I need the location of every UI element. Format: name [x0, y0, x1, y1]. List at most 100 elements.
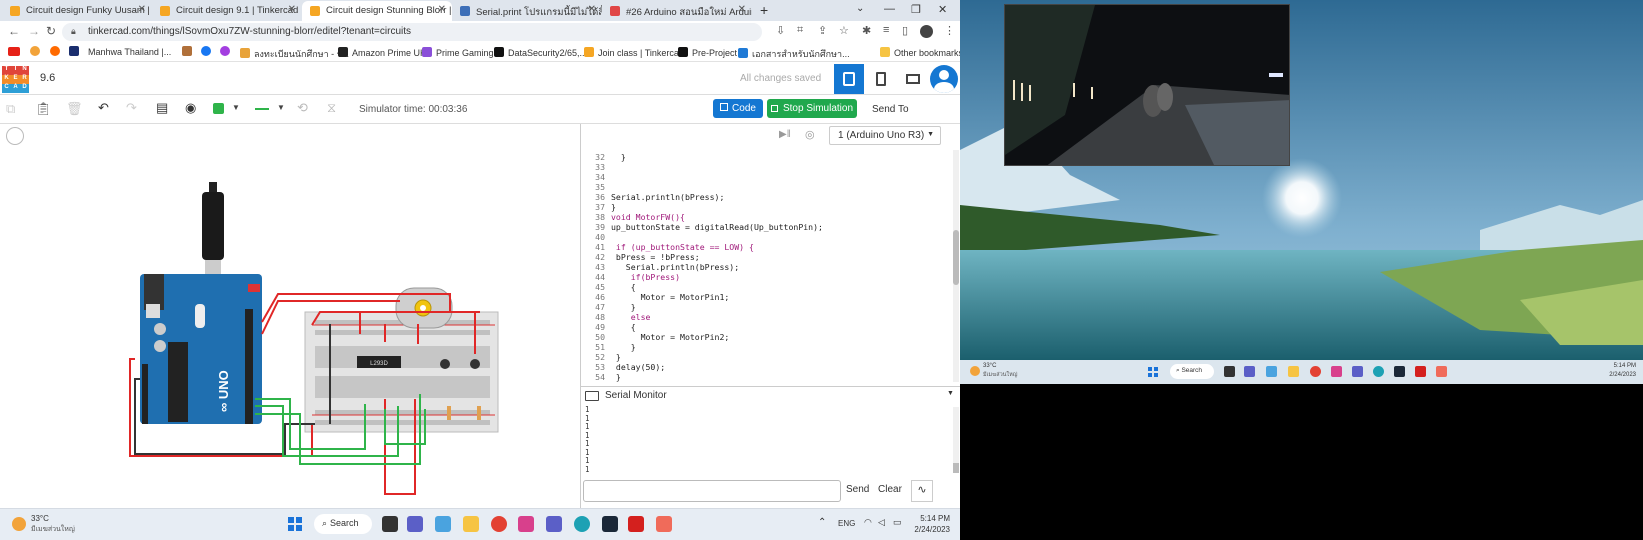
- wire-type-icon[interactable]: [255, 108, 269, 110]
- notes-visibility-icon[interactable]: ◉: [185, 100, 196, 116]
- browser-tab[interactable]: Circuit design 9.1 | Tinkercad ✕: [152, 1, 302, 21]
- teams-chat-icon[interactable]: [407, 516, 423, 532]
- acrobat-icon[interactable]: [1415, 366, 1426, 377]
- reload-icon[interactable]: ↻: [46, 24, 56, 38]
- extensions-icon[interactable]: ✱: [862, 24, 871, 37]
- code-line[interactable]: 48 else: [583, 312, 945, 322]
- minimize-icon[interactable]: —: [884, 3, 895, 15]
- bookmark-icon[interactable]: [30, 46, 40, 56]
- browser-tab[interactable]: #26 Arduino สอนมือใหม่ Arduino ✕: [602, 1, 752, 21]
- clock-time[interactable]: 5:14 PM: [920, 514, 950, 523]
- taskbar-search[interactable]: ⌕ Search: [1170, 364, 1214, 379]
- code-line[interactable]: 52 }: [583, 352, 945, 362]
- code-line[interactable]: 37}: [583, 202, 945, 212]
- undo-icon[interactable]: ↶: [98, 100, 109, 116]
- serial-scrollbar[interactable]: [953, 407, 959, 473]
- delete-icon[interactable]: 🗑︎: [66, 101, 83, 117]
- new-tab-button[interactable]: +: [760, 2, 768, 18]
- debug-icon[interactable]: ◎: [805, 128, 815, 141]
- bookmark-item[interactable]: ลงทะเบียนนักศึกษา - ร...: [240, 47, 349, 61]
- media-icon[interactable]: ≡: [883, 24, 889, 36]
- teams-icon[interactable]: [1352, 366, 1363, 377]
- code-line[interactable]: 40: [583, 232, 945, 242]
- share-icon[interactable]: ⇪: [818, 24, 827, 37]
- edge-icon[interactable]: [1373, 366, 1384, 377]
- messenger-icon[interactable]: [220, 46, 230, 56]
- restore-icon[interactable]: ❐: [911, 3, 921, 16]
- file-explorer-icon[interactable]: [1288, 366, 1299, 377]
- code-line[interactable]: 36 Serial.println(bPress);: [583, 192, 945, 202]
- weather-icon[interactable]: [970, 366, 980, 376]
- code-line[interactable]: 50 Motor = MotorPin2;: [583, 332, 945, 342]
- code-line[interactable]: 43 Serial.println(bPress);: [583, 262, 945, 272]
- code-line[interactable]: 47 }: [583, 302, 945, 312]
- notes-icon[interactable]: ▤: [156, 100, 168, 116]
- task-view-icon[interactable]: [1224, 366, 1235, 377]
- onedrive-icon[interactable]: [435, 516, 451, 532]
- code-scrollbar[interactable]: [953, 150, 959, 382]
- bookmark-item[interactable]: Pre-Project: [678, 47, 737, 58]
- install-app-icon[interactable]: ⇩: [776, 24, 785, 37]
- close-window-icon[interactable]: ✕: [938, 3, 947, 16]
- facebook-icon[interactable]: [201, 46, 211, 56]
- rotate-icon[interactable]: ⟲: [297, 100, 308, 116]
- address-bar[interactable]: 🔒︎ tinkercad.com/things/lSovmOxu7ZW-stun…: [62, 23, 762, 41]
- component-list-button[interactable]: [898, 64, 928, 94]
- code-line[interactable]: 44 if(bPress): [583, 272, 945, 282]
- back-icon[interactable]: ←: [8, 24, 20, 38]
- code-line[interactable]: 34: [583, 172, 945, 182]
- redo-icon[interactable]: ↷: [126, 100, 137, 116]
- steam-icon[interactable]: [602, 516, 618, 532]
- bookmark-item[interactable]: Amazon Prime UK: [338, 47, 426, 58]
- graph-toggle-icon[interactable]: ∿: [911, 480, 933, 502]
- translate-icon[interactable]: ⌗: [797, 24, 803, 37]
- photos-icon[interactable]: [518, 516, 534, 532]
- steam-icon[interactable]: [1394, 366, 1405, 377]
- photos-icon[interactable]: [1331, 366, 1342, 377]
- close-tab-icon[interactable]: ✕: [138, 4, 146, 15]
- close-tab-icon[interactable]: ✕: [588, 4, 596, 15]
- bookmark-icon[interactable]: [69, 46, 79, 56]
- weather-icon[interactable]: [12, 517, 26, 531]
- code-line[interactable]: 35: [583, 182, 945, 192]
- taskbar-search[interactable]: ⌕ Search: [314, 514, 372, 534]
- start-button[interactable]: [1148, 367, 1158, 377]
- chevron-down-icon[interactable]: ▼: [232, 103, 240, 112]
- code-line[interactable]: 41 if (up_buttonState == LOW) {: [583, 242, 945, 252]
- schematic-view-button[interactable]: [866, 64, 896, 94]
- clock-time[interactable]: 5:14 PM: [1600, 363, 1636, 369]
- bookmark-item[interactable]: เอกสารสำหรับนักศึกษา...: [738, 47, 850, 61]
- paste-icon[interactable]: 📋︎: [35, 101, 52, 117]
- bookmark-item[interactable]: DataSecurity2/65,...: [494, 47, 587, 58]
- code-line[interactable]: 46 Motor = MotorPin1;: [583, 292, 945, 302]
- volume-icon[interactable]: ◁: [878, 517, 885, 528]
- battery-icon[interactable]: ▭: [893, 517, 902, 528]
- task-view-icon[interactable]: [382, 516, 398, 532]
- snipping-tool-icon[interactable]: [1436, 366, 1447, 377]
- chrome-icon[interactable]: [491, 516, 507, 532]
- side-panel-icon[interactable]: ▯: [902, 24, 908, 37]
- close-tab-icon[interactable]: ✕: [738, 4, 746, 15]
- color-picker-swatch[interactable]: [213, 103, 224, 114]
- clock-date[interactable]: 2/24/2023: [905, 525, 950, 534]
- bookmark-icon[interactable]: [50, 46, 60, 56]
- code-button[interactable]: Code: [713, 99, 763, 118]
- board-select[interactable]: 1 (Arduino Uno R3) ▼: [829, 126, 941, 145]
- bookmark-item[interactable]: Join class | Tinkercad: [584, 47, 684, 58]
- copy-icon[interactable]: ⧉: [6, 101, 15, 117]
- start-button[interactable]: [288, 517, 302, 531]
- code-line[interactable]: 51 }: [583, 342, 945, 352]
- step-icon[interactable]: ▶︎‖: [779, 129, 791, 140]
- teams-chat-icon[interactable]: [1244, 366, 1255, 377]
- language-indicator[interactable]: ENG: [838, 519, 855, 528]
- other-bookmarks[interactable]: Other bookmarks: [880, 47, 960, 58]
- profile-avatar[interactable]: [920, 25, 933, 38]
- chrome-icon[interactable]: [1310, 366, 1321, 377]
- chevron-up-icon[interactable]: ⌃: [818, 517, 826, 528]
- bookmark-star-icon[interactable]: ☆: [839, 24, 849, 37]
- stop-simulation-button[interactable]: Stop Simulation: [767, 99, 857, 118]
- bookmark-item[interactable]: Prime Gaming: [422, 47, 494, 58]
- code-line[interactable]: 49 {: [583, 322, 945, 332]
- code-line[interactable]: 32 }: [583, 152, 945, 162]
- file-explorer-icon[interactable]: [463, 516, 479, 532]
